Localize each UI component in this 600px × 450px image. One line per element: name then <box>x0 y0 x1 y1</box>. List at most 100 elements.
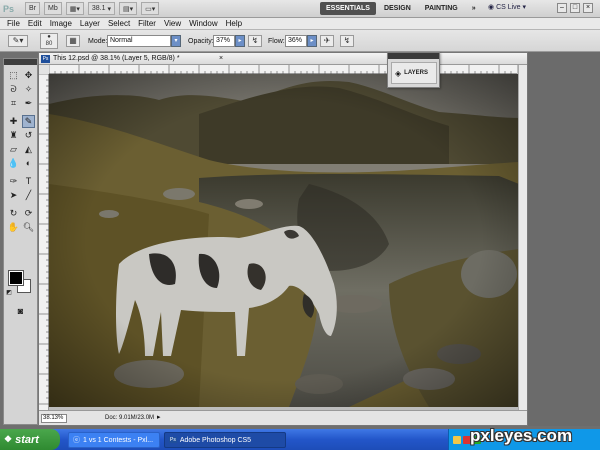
document-size-info[interactable]: Doc: 9.01M/23.0M <box>105 415 154 421</box>
paint-bucket-tool-icon[interactable]: ◭ <box>22 143 35 156</box>
photoshop-logo: Ps <box>3 3 15 14</box>
screen-mode-button[interactable]: ▭▾ <box>141 2 160 15</box>
workspace-essentials[interactable]: ESSENTIALS <box>320 2 376 15</box>
horizontal-ruler[interactable] <box>48 65 517 74</box>
extras-button[interactable]: ▦▾ <box>65 2 84 15</box>
document-status-bar: 38.13% Doc: 9.01M/23.0M ▸ <box>39 410 527 425</box>
zoom-tool-icon[interactable]: 🔍︎ <box>22 221 35 234</box>
menu-file[interactable]: File <box>3 19 24 28</box>
menu-filter[interactable]: Filter <box>134 19 160 28</box>
quick-mask-icon[interactable]: ◙ <box>14 305 27 318</box>
windows-logo-icon: ❖ <box>4 434 13 444</box>
foreground-color-swatch[interactable] <box>8 270 24 286</box>
workspace-painting[interactable]: PAINTING <box>419 2 464 15</box>
3d-orbit-tool-icon[interactable]: ⟳ <box>22 207 35 220</box>
cs-live-button[interactable]: ◉ CS Live ▾ <box>488 3 526 11</box>
opacity-field[interactable]: 37% <box>213 35 235 47</box>
spot-healing-tool-icon[interactable]: ✚ <box>7 115 20 128</box>
pressure-size-icon[interactable]: ↯ <box>340 35 354 47</box>
type-tool-icon[interactable]: T <box>22 175 35 188</box>
menu-select[interactable]: Select <box>104 19 134 28</box>
default-colors-icon[interactable]: ◩ <box>5 289 13 297</box>
menu-image[interactable]: Image <box>46 19 76 28</box>
browser-icon: ⓔ <box>73 437 80 444</box>
dodge-tool-icon[interactable]: ◐ <box>22 157 35 170</box>
right-dock-area <box>528 52 600 426</box>
zoom-field[interactable]: 38.13% <box>41 414 67 423</box>
brush-preset-picker[interactable]: ● 80 <box>40 33 58 49</box>
menu-window[interactable]: Window <box>185 19 221 28</box>
pxleyes-watermark: pxleyes.com <box>470 426 573 445</box>
arrange-documents-button[interactable]: ▤▾ <box>118 2 138 15</box>
layers-panel: ◈ LAYERS <box>387 52 440 88</box>
history-brush-tool-icon[interactable]: ↺ <box>22 129 35 142</box>
eyedropper-tool-icon[interactable]: ✒ <box>22 97 35 110</box>
brush-tool-icon[interactable]: ✎ <box>22 115 35 128</box>
document-window: Ps This 12.psd @ 38.1% (Layer 5, RGB/8) … <box>38 52 528 426</box>
document-title: This 12.psd @ 38.1% (Layer 5, RGB/8) * <box>53 55 180 62</box>
menu-edit[interactable]: Edit <box>24 19 46 28</box>
mode-select[interactable]: Normal <box>107 35 171 47</box>
more-workspaces-button[interactable]: » <box>466 2 482 15</box>
layers-icon: ◈ <box>395 68 402 78</box>
taskbar-item-browser[interactable]: ⓔ 1 vs 1 Contests - Pxl... <box>68 432 160 448</box>
3d-rotate-tool-icon[interactable]: ↻ <box>7 207 20 220</box>
layers-label: LAYERS <box>404 70 428 76</box>
vertical-ruler[interactable] <box>39 73 49 410</box>
opacity-label: Opacity: <box>188 38 214 45</box>
tools-panel: ⬚ ✥ ᘐ ✧ ⌗ ✒ ✚ ✎ ♜ ↺ ▱ ◭ 💧 ◐ ✑ T ➤ ╱ ↻ ⟳ … <box>3 58 38 425</box>
menu-view[interactable]: View <box>160 19 185 28</box>
status-menu-arrow-icon[interactable]: ▸ <box>157 413 161 421</box>
taskbar-item-photoshop[interactable]: Ps Adobe Photoshop CS5 <box>164 432 286 448</box>
menu-layer[interactable]: Layer <box>76 19 104 28</box>
path-selection-tool-icon[interactable]: ➤ <box>7 189 20 202</box>
photoshop-taskbar-icon: Ps <box>169 437 177 443</box>
blur-tool-icon[interactable]: 💧 <box>7 157 20 170</box>
options-bar: ✎▾ ● 80 ▦ Mode: Normal ▾ Opacity: 37% ▸ ↯… <box>0 30 600 52</box>
bridge-button[interactable]: Br <box>25 2 40 15</box>
image-canvas[interactable] <box>49 74 519 407</box>
eraser-tool-icon[interactable]: ▱ <box>7 143 20 156</box>
maximize-button[interactable]: □ <box>570 3 580 13</box>
panel-header-grip[interactable] <box>388 53 439 59</box>
mode-dropdown-arrow[interactable]: ▾ <box>171 35 181 47</box>
application-bar: Ps Br Mb ▦▾ 38.1 ▾ ▤▾ ▭▾ ESSENTIALS DESI… <box>0 0 600 18</box>
tool-preset-picker[interactable]: ✎▾ <box>8 35 28 47</box>
close-document-icon[interactable]: × <box>219 55 223 62</box>
hand-tool-icon[interactable]: ✋ <box>7 221 20 234</box>
brush-panel-toggle-icon[interactable]: ▦ <box>66 35 80 47</box>
mode-label: Mode: <box>88 38 108 45</box>
close-button[interactable]: × <box>583 3 593 13</box>
workspace-design[interactable]: DESIGN <box>378 2 417 15</box>
horizontal-ruler-ticks <box>48 65 512 74</box>
menu-bar: File Edit Image Layer Select Filter View… <box>0 18 600 30</box>
lasso-tool-icon[interactable]: ᘐ <box>7 83 20 96</box>
shape-tool-icon[interactable]: ╱ <box>22 189 35 202</box>
vertical-scrollbar[interactable] <box>518 65 527 410</box>
marquee-tool-icon[interactable]: ⬚ <box>7 69 20 82</box>
move-tool-icon[interactable]: ✥ <box>22 69 35 82</box>
clone-stamp-tool-icon[interactable]: ♜ <box>7 129 20 142</box>
zoom-level-dropdown[interactable]: 38.1 ▾ <box>87 2 115 15</box>
layers-panel-button[interactable]: ◈ LAYERS <box>391 62 437 84</box>
pressure-opacity-icon[interactable]: ↯ <box>248 35 262 47</box>
flow-slider-arrow[interactable]: ▸ <box>307 35 317 47</box>
quick-selection-tool-icon[interactable]: ✧ <box>22 83 35 96</box>
pen-tool-icon[interactable]: ✑ <box>7 175 20 188</box>
tools-panel-grip[interactable] <box>4 59 37 65</box>
tray-icon-1[interactable] <box>453 435 461 444</box>
minimize-button[interactable]: – <box>557 3 567 13</box>
document-tab[interactable]: Ps This 12.psd @ 38.1% (Layer 5, RGB/8) … <box>39 53 527 65</box>
ruler-origin[interactable] <box>39 65 49 74</box>
ps-file-icon: Ps <box>41 55 50 63</box>
landscape-photo <box>49 74 519 407</box>
airbrush-icon[interactable]: ✈ <box>320 35 334 47</box>
vertical-ruler-ticks <box>39 73 49 405</box>
crop-tool-icon[interactable]: ⌗ <box>7 97 20 110</box>
start-button[interactable]: ❖ start <box>0 429 60 450</box>
flow-field[interactable]: 36% <box>285 35 307 47</box>
menu-help[interactable]: Help <box>222 19 246 28</box>
flow-label: Flow: <box>268 38 285 45</box>
opacity-slider-arrow[interactable]: ▸ <box>235 35 245 47</box>
minibridge-button[interactable]: Mb <box>44 2 62 15</box>
